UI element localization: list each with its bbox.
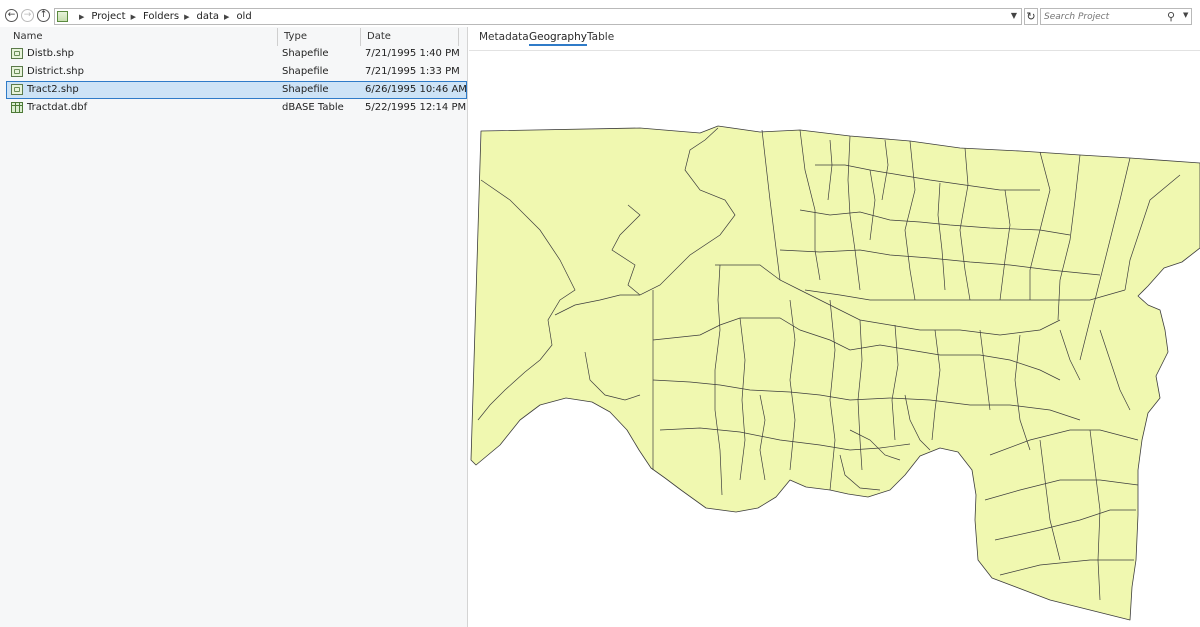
column-header-type[interactable]: Type — [284, 31, 307, 42]
breadcrumb-item[interactable]: old — [236, 11, 251, 22]
dbase-table-icon — [11, 102, 23, 113]
file-date: 5/22/1995 12:14 PM — [365, 102, 467, 113]
file-row-selected[interactable]: Tract2.shp Shapefile 6/26/1995 10:46 AM — [6, 81, 467, 99]
file-name: Tractdat.dbf — [27, 102, 88, 113]
file-date: 7/21/1995 1:33 PM — [365, 66, 460, 77]
breadcrumb[interactable]: ▶ Project ▶ Folders ▶ data ▶ old ▼ — [54, 8, 1022, 25]
column-divider[interactable] — [360, 28, 361, 46]
file-date: 6/26/1995 10:46 AM — [365, 84, 467, 95]
file-type: Shapefile — [282, 66, 329, 77]
chevron-right-icon: ▶ — [184, 12, 190, 21]
geography-preview[interactable] — [469, 51, 1200, 627]
file-type: dBASE Table — [282, 102, 344, 113]
column-divider[interactable] — [458, 28, 459, 46]
column-header-date[interactable]: Date — [367, 31, 391, 42]
tab-table[interactable]: Table — [587, 31, 614, 43]
breadcrumb-item[interactable]: data — [197, 11, 220, 22]
tab-geography[interactable]: Geography — [529, 31, 587, 46]
file-row[interactable]: District.shp Shapefile 7/21/1995 1:33 PM — [6, 63, 467, 81]
breadcrumb-item[interactable]: Folders — [143, 11, 179, 22]
arrow-up-icon: ↑ — [39, 10, 48, 20]
refresh-button[interactable]: ↻ — [1024, 8, 1038, 25]
arrow-left-icon: ← — [7, 10, 16, 20]
shapefile-icon — [11, 66, 23, 77]
chevron-down-icon[interactable]: ▼ — [1183, 11, 1188, 19]
file-name: Tract2.shp — [27, 84, 79, 95]
chevron-right-icon: ▶ — [79, 12, 85, 21]
arrow-right-icon: → — [23, 10, 32, 20]
shapefile-icon — [11, 84, 23, 95]
project-folder-icon — [57, 11, 68, 22]
forward-button[interactable]: → — [21, 9, 34, 22]
map-outline — [470, 125, 1200, 621]
column-header-name[interactable]: Name — [13, 31, 43, 42]
search-icon[interactable]: ⚲ — [1167, 10, 1175, 23]
search-box[interactable]: ⚲ ▼ — [1040, 8, 1192, 25]
file-date: 7/21/1995 1:40 PM — [365, 48, 460, 59]
back-button[interactable]: ← — [5, 9, 18, 22]
file-row[interactable]: Tractdat.dbf dBASE Table 5/22/1995 12:14… — [6, 99, 467, 117]
file-type: Shapefile — [282, 84, 329, 95]
search-input[interactable] — [1044, 10, 1162, 23]
shapefile-icon — [11, 48, 23, 59]
breadcrumb-item[interactable]: Project — [91, 11, 125, 22]
file-name: District.shp — [27, 66, 84, 77]
chevron-right-icon: ▶ — [130, 12, 136, 21]
file-name: Distb.shp — [27, 48, 75, 59]
chevron-right-icon: ▶ — [224, 12, 230, 21]
preview-tabs: Metadata Geography Table — [469, 27, 1200, 51]
tab-metadata[interactable]: Metadata — [479, 31, 529, 43]
column-divider[interactable] — [277, 28, 278, 46]
refresh-icon: ↻ — [1026, 10, 1036, 23]
file-list-panel: Name Type Date Distb.shp Shapefile 7/21/… — [0, 27, 468, 627]
file-type: Shapefile — [282, 48, 329, 59]
up-button[interactable]: ↑ — [37, 9, 50, 22]
file-row[interactable]: Distb.shp Shapefile 7/21/1995 1:40 PM — [6, 45, 467, 63]
tract-map[interactable] — [469, 51, 1200, 627]
chevron-down-icon[interactable]: ▼ — [1011, 11, 1017, 20]
